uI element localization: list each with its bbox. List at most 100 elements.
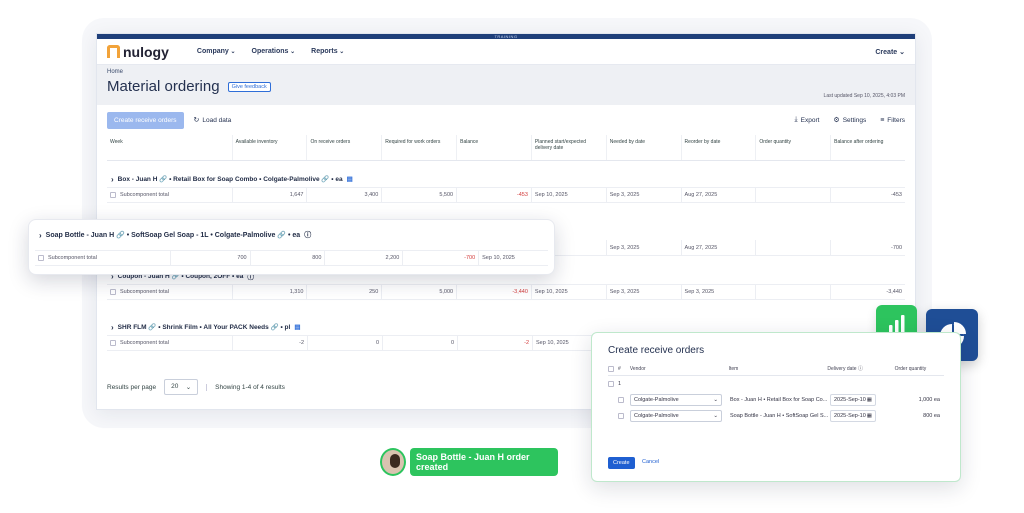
delivery-date-input[interactable]: 2025-Sep-10 ▦ (830, 410, 876, 422)
vendor-select[interactable]: Colgate-Palmolive ⌄ (630, 394, 722, 406)
chevron-right-icon: › (111, 322, 114, 332)
export-button[interactable]: ⤓ Export (795, 116, 820, 124)
modal-row: Colgate-Palmolive ⌄ Box - Juan H • Retail… (608, 392, 944, 408)
create-label: Create (875, 48, 898, 56)
group-title: SHR FLM 🔗 • Shrink Film • All Your PACK … (117, 324, 291, 331)
page-title-row: Material ordering Give feedback (107, 78, 905, 95)
results-summary: Showing 1-4 of 4 results (206, 383, 285, 391)
chevron-right-icon: › (111, 174, 114, 184)
info-icon[interactable]: ⓘ (304, 230, 311, 240)
group-checkbox[interactable] (608, 381, 614, 387)
nav-operations[interactable]: Operations (252, 48, 296, 55)
info-icon[interactable]: ⓘ (858, 366, 863, 372)
row-label: Subcomponent total (120, 340, 169, 346)
col-on-receive[interactable]: On receive orders (306, 135, 381, 160)
filters-button[interactable]: ≡ Filters (880, 116, 905, 124)
modal-create-button[interactable]: Create (608, 457, 635, 469)
nav-reports[interactable]: Reports (311, 48, 344, 55)
cell-available: 1,310 (231, 285, 307, 299)
pagination: Results per page 20 ⌄ Showing 1-4 of 4 re… (107, 379, 285, 395)
cell-required: 5,000 (381, 285, 456, 299)
document-icon[interactable]: ▤ (294, 323, 300, 331)
highlighted-group-card: › Soap Bottle - Juan H 🔗 • SoftSoap Gel S… (28, 219, 555, 275)
row-label: Subcomponent total (48, 255, 97, 261)
row-checkbox[interactable] (110, 340, 116, 346)
cell-order-qty[interactable] (755, 240, 830, 255)
item-name: Soap Bottle - Juan H • SoftSoap Gel S... (730, 413, 829, 419)
row-label-cell: Subcomponent total (107, 285, 232, 299)
col-week[interactable]: Week (107, 135, 232, 160)
cell-reorder: Sep 3, 2025 (680, 285, 756, 299)
col-reorder[interactable]: Reorder by date (680, 135, 756, 160)
last-updated: Last updated Sep 10, 2025, 4:03 PM (823, 93, 905, 99)
row-checkbox[interactable] (618, 397, 624, 403)
modal-title: Create receive orders (608, 345, 705, 356)
breadcrumb[interactable]: Home (107, 69, 905, 75)
row-checkbox[interactable] (110, 289, 116, 295)
create-menu[interactable]: Create ⌄ (875, 48, 905, 56)
cell-order-qty[interactable] (755, 285, 830, 299)
logo[interactable]: nulogy (107, 44, 169, 60)
chevron-down-icon: ⌄ (899, 48, 905, 56)
give-feedback-button[interactable]: Give feedback (227, 81, 271, 92)
cell-available: -2 (232, 336, 307, 350)
results-per-page-label: Results per page (107, 383, 157, 391)
chevron-right-icon: › (39, 230, 42, 240)
group-header-box[interactable]: › Box - Juan H 🔗 • Retail Box for Soap Co… (97, 171, 915, 187)
order-quantity-value[interactable]: 800 ea (876, 413, 940, 419)
col-balance[interactable]: Balance (456, 135, 531, 160)
group-header-soap-bottle[interactable]: › Soap Bottle - Juan H 🔗 • SoftSoap Gel S… (29, 220, 554, 250)
logo-text: nulogy (123, 43, 169, 60)
row-checkbox[interactable] (38, 255, 44, 261)
export-label: Export (800, 116, 820, 124)
download-icon: ⤓ (794, 116, 798, 123)
create-receive-orders-button[interactable]: Create receive orders (107, 111, 184, 129)
cell-required: 5,500 (381, 188, 456, 202)
col-delivery-date: Delivery date ⓘ (827, 365, 894, 372)
row-checkbox[interactable] (618, 413, 624, 419)
col-balance-after[interactable]: Balance after ordering (830, 135, 905, 160)
select-all-checkbox[interactable] (608, 365, 614, 372)
cell-on-receive: 0 (307, 336, 382, 350)
row-checkbox[interactable] (110, 192, 116, 198)
results-per-page-select[interactable]: 20 ⌄ (164, 379, 199, 395)
delivery-date-value: 2025-Sep-10 (834, 413, 866, 419)
col-order-qty[interactable]: Order quantity (755, 135, 830, 160)
col-planned[interactable]: Planned start/expected delivery date (530, 135, 606, 160)
col-needed[interactable]: Needed by date (605, 135, 681, 160)
vendor-value: Colgate-Palmolive (634, 413, 679, 419)
page-title: Material ordering (107, 78, 220, 95)
vendor-select[interactable]: Colgate-Palmolive ⌄ (630, 410, 722, 422)
cell-needed: Sep 3, 2025 (605, 188, 681, 202)
modal-cancel-button[interactable]: Cancel (642, 459, 659, 465)
document-icon[interactable]: ▤ (347, 175, 353, 183)
col-required[interactable]: Required for work orders (381, 135, 456, 160)
cell-planned: Sep 10, 2025 (478, 251, 548, 265)
screen: TRAINING nulogy Company Operations Repor… (0, 0, 1024, 513)
cell-available: 700 (169, 251, 250, 265)
table-row: Subcomponent total 700 800 2,200 -700 Se… (35, 250, 548, 266)
cell-reorder: Aug 27, 2025 (680, 188, 756, 202)
settings-button[interactable]: ⚙ Settings (833, 116, 866, 125)
col-vendor: Vendor (629, 365, 646, 372)
delivery-date-value: 2025-Sep-10 (834, 397, 866, 403)
modal-row: Colgate-Palmolive ⌄ Soap Bottle - Juan H … (608, 408, 944, 424)
modal-table-header: # Vendor Item Delivery date ⓘ Order quan… (608, 362, 944, 376)
group-number: 1 (618, 381, 622, 387)
load-data-label: Load data (202, 116, 232, 124)
calendar-icon: ▦ (866, 413, 872, 419)
cell-balance: -700 (402, 251, 478, 265)
cell-available: 1,647 (231, 188, 307, 202)
cell-on-receive: 800 (249, 251, 325, 265)
delivery-date-input[interactable]: 2025-Sep-10 ▦ (830, 394, 876, 406)
cell-on-receive: 250 (306, 285, 381, 299)
load-data-button[interactable]: ↻ Load data (194, 116, 232, 125)
logo-icon (107, 45, 120, 58)
order-quantity-value[interactable]: 1,000 ea (876, 397, 940, 403)
col-available[interactable]: Available inventory (231, 135, 307, 160)
create-receive-orders-modal: Create receive orders # Vendor Item Deli… (591, 332, 961, 482)
cell-balance: -3,440 (456, 285, 531, 299)
nav-company[interactable]: Company (197, 48, 236, 55)
cell-required: 0 (382, 336, 457, 350)
cell-order-qty[interactable] (755, 188, 830, 202)
